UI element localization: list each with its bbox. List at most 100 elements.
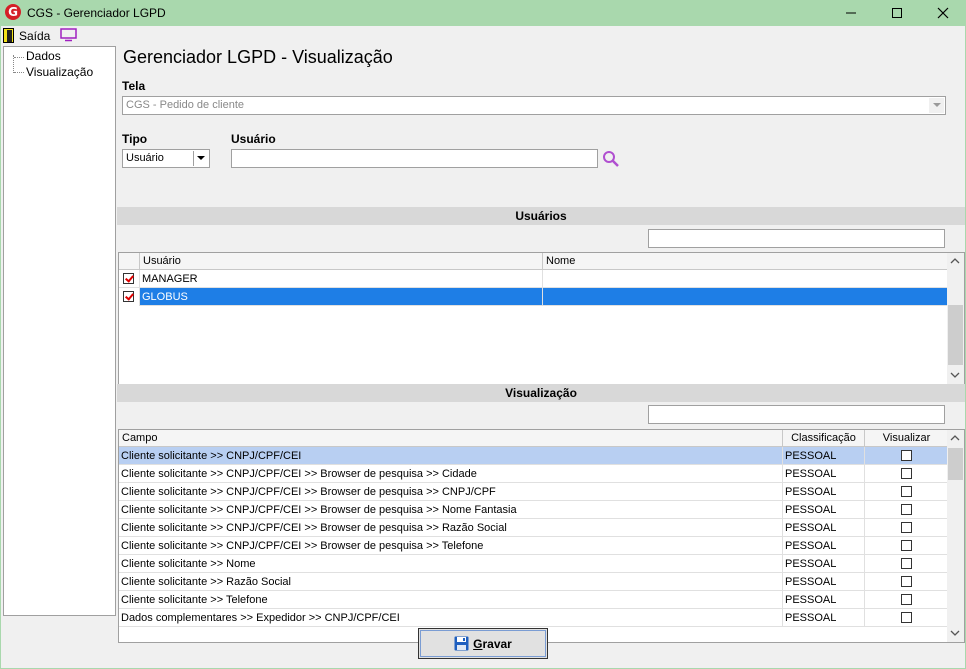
cell-campo: Cliente solicitante >> CNPJ/CPF/CEI >> B… [119, 483, 783, 501]
tree-item-visualizacao[interactable]: Visualização [26, 65, 93, 79]
visualizar-checkbox[interactable] [901, 576, 912, 587]
tipo-select[interactable]: Usuário [122, 149, 210, 168]
visualizar-checkbox[interactable] [901, 468, 912, 479]
cell-classificacao: PESSOAL [783, 501, 865, 519]
close-icon [937, 7, 949, 19]
table-row[interactable]: Cliente solicitante >> CNPJ/CPF/CEI >> B… [119, 519, 949, 537]
table-row[interactable]: Cliente solicitante >> CNPJ/CPF/CEI >> B… [119, 483, 949, 501]
cell-nome [543, 270, 949, 288]
save-button-label: Gravar [473, 636, 512, 651]
tree-item-dados[interactable]: Dados [26, 49, 61, 63]
visualizacao-scrollbar[interactable] [947, 430, 964, 642]
cell-campo: Cliente solicitante >> CNPJ/CPF/CEI >> B… [119, 465, 783, 483]
menu-saida[interactable]: Saída [3, 27, 50, 44]
cell-classificacao: PESSOAL [783, 555, 865, 573]
visualizacao-grid: Campo Classificação Visualizar Cliente s… [118, 429, 965, 643]
visualizar-checkbox[interactable] [901, 522, 912, 533]
scroll-down-icon[interactable] [950, 372, 960, 379]
cell-classificacao: PESSOAL [783, 537, 865, 555]
window-title: CGS - Gerenciador LGPD [27, 6, 166, 20]
usuarios-filter-input[interactable] [648, 229, 945, 248]
table-row[interactable]: Cliente solicitante >> CNPJ/CPF/CEI >> B… [119, 465, 949, 483]
visualizar-checkbox[interactable] [901, 504, 912, 515]
menu-bar: Saída [1, 26, 965, 45]
visualizar-checkbox[interactable] [901, 540, 912, 551]
cell-visualizar [865, 609, 949, 627]
cell-classificacao: PESSOAL [783, 519, 865, 537]
exit-door-icon [3, 28, 14, 43]
table-row[interactable]: Cliente solicitante >> Nome PESSOAL [119, 555, 949, 573]
usuario-input[interactable] [231, 149, 598, 168]
table-row[interactable]: GLOBUS [119, 288, 949, 306]
tipo-select-value: Usuário [126, 152, 164, 164]
tela-select[interactable]: CGS - Pedido de cliente [122, 96, 946, 115]
cell-nome [543, 288, 949, 306]
tela-label: Tela [122, 79, 146, 93]
maximize-button[interactable] [874, 0, 920, 26]
visualizar-checkbox[interactable] [901, 450, 912, 461]
cell-visualizar [865, 555, 949, 573]
cell-campo: Cliente solicitante >> CNPJ/CPF/CEI >> B… [119, 501, 783, 519]
navigation-tree: Dados Visualização [3, 46, 116, 616]
column-header-classificacao[interactable]: Classificação [783, 430, 865, 447]
table-row[interactable]: Cliente solicitante >> Telefone PESSOAL [119, 591, 949, 609]
cell-classificacao: PESSOAL [783, 591, 865, 609]
screen-icon[interactable] [60, 28, 77, 42]
cell-campo: Cliente solicitante >> Razão Social [119, 573, 783, 591]
row-checkbox[interactable] [123, 273, 134, 284]
table-row[interactable]: Cliente solicitante >> Razão Social PESSO… [119, 573, 949, 591]
visualizar-checkbox[interactable] [901, 486, 912, 497]
visualizacao-grid-header: Campo Classificação Visualizar [119, 430, 949, 447]
row-checkbox-cell [119, 270, 140, 288]
visualizar-checkbox[interactable] [901, 612, 912, 623]
column-header-visualizar[interactable]: Visualizar [865, 430, 949, 447]
scroll-thumb[interactable] [948, 448, 963, 480]
table-row[interactable]: Cliente solicitante >> CNPJ/CPF/CEI >> B… [119, 537, 949, 555]
tipo-dropdown-button[interactable] [193, 151, 208, 166]
chevron-down-icon [197, 156, 205, 160]
cell-campo: Cliente solicitante >> Telefone [119, 591, 783, 609]
save-button[interactable]: Gravar [418, 628, 548, 659]
visualizacao-section-header: Visualização [117, 384, 965, 402]
visualizacao-filter-input[interactable] [648, 405, 945, 424]
checkbox-column-header [119, 253, 140, 270]
scroll-thumb[interactable] [948, 305, 963, 365]
column-header-nome[interactable]: Nome [543, 253, 949, 270]
title-bar: G CGS - Gerenciador LGPD [0, 0, 966, 26]
scroll-up-icon[interactable] [950, 257, 960, 264]
page-title: Gerenciador LGPD - Visualização [123, 47, 393, 67]
minimize-icon [846, 12, 856, 14]
main-panel: Gerenciador LGPD - Visualização Tela CGS… [117, 46, 965, 643]
cell-classificacao: PESSOAL [783, 483, 865, 501]
usuarios-grid: Usuário Nome MANAGER GLOBUS [118, 252, 965, 385]
cell-visualizar [865, 537, 949, 555]
tela-dropdown-button[interactable] [929, 98, 944, 113]
cell-usuario: MANAGER [140, 270, 543, 288]
cell-campo: Cliente solicitante >> CNPJ/CPF/CEI >> B… [119, 519, 783, 537]
app-logo-icon: G [5, 4, 21, 20]
table-row[interactable]: Cliente solicitante >> CNPJ/CPF/CEI PESSO… [119, 447, 949, 465]
close-button[interactable] [920, 0, 966, 26]
cell-classificacao: PESSOAL [783, 573, 865, 591]
client-area: Saída Dados Visualização Gerenciador LGP… [1, 26, 965, 668]
table-row[interactable]: MANAGER [119, 270, 949, 288]
cell-visualizar [865, 483, 949, 501]
minimize-button[interactable] [828, 0, 874, 26]
cell-visualizar [865, 591, 949, 609]
usuarios-grid-header: Usuário Nome [119, 253, 949, 270]
visualizar-checkbox[interactable] [901, 594, 912, 605]
cell-classificacao: PESSOAL [783, 609, 865, 627]
column-header-campo[interactable]: Campo [119, 430, 783, 447]
row-checkbox[interactable] [123, 291, 134, 302]
table-row[interactable]: Dados complementares >> Expedidor >> CNP… [119, 609, 949, 627]
scroll-down-icon[interactable] [950, 630, 960, 637]
scroll-up-icon[interactable] [950, 434, 960, 441]
tipo-label: Tipo [122, 132, 148, 146]
table-row[interactable]: Cliente solicitante >> CNPJ/CPF/CEI >> B… [119, 501, 949, 519]
visualizar-checkbox[interactable] [901, 558, 912, 569]
usuarios-scrollbar[interactable] [947, 253, 964, 384]
cell-usuario: GLOBUS [140, 288, 543, 306]
column-header-usuario[interactable]: Usuário [140, 253, 543, 270]
floppy-disk-icon [454, 636, 469, 651]
search-icon[interactable] [602, 150, 620, 168]
